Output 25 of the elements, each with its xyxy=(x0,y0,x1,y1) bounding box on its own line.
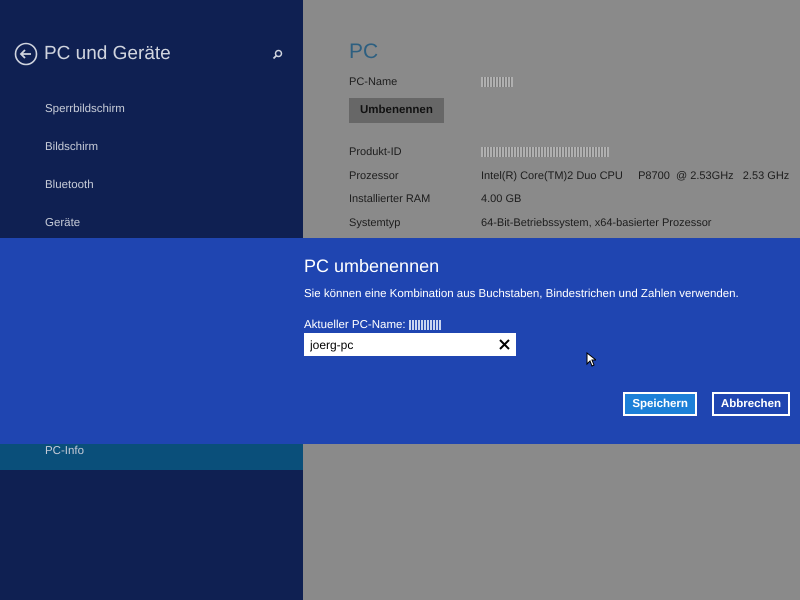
field-value: 64-Bit-Betriebssystem, x64-basierter Prozessor xyxy=(481,216,712,229)
field-label: Produkt-ID xyxy=(349,146,403,158)
sidebar-item[interactable]: Sperrbildschirm xyxy=(0,90,303,128)
redacted-value xyxy=(408,320,441,330)
search-icon[interactable] xyxy=(272,48,283,60)
current-name-label: Aktueller PC-Name: xyxy=(304,319,406,331)
field-label: Installierter RAM xyxy=(349,193,432,206)
sidebar-item[interactable]: Bildschirm xyxy=(0,128,303,166)
field-label: Systemtyp xyxy=(349,216,402,229)
field-label: Prozessor xyxy=(349,170,400,182)
mouse-cursor-icon xyxy=(586,352,596,367)
cancel-button[interactable]: Abbrechen xyxy=(712,392,790,416)
field-label: PC-Name xyxy=(349,76,398,88)
sidebar-item[interactable]: Geräte xyxy=(0,204,303,242)
sidebar-item[interactable]: Bluetooth xyxy=(0,166,303,204)
save-button[interactable]: Speichern xyxy=(623,392,697,416)
clear-icon[interactable] xyxy=(499,339,510,350)
field-value: Intel(R) Core(TM)2 Duo CPU P8700 @ 2.53GHz 2.53 GHz xyxy=(481,170,790,182)
section-heading: PC xyxy=(349,40,380,65)
dialog-description: Sie können eine Kombination aus Buchstaben, Bindestrichen und Zahlen verwenden. xyxy=(304,288,740,302)
redacted-value xyxy=(481,76,513,87)
page-title: PC und Geräte xyxy=(44,43,172,65)
dialog-title: PC umbenennen xyxy=(304,256,440,278)
name-input-field[interactable]: joerg-pc xyxy=(304,333,516,356)
field-value: 4.00 GB xyxy=(481,193,522,206)
